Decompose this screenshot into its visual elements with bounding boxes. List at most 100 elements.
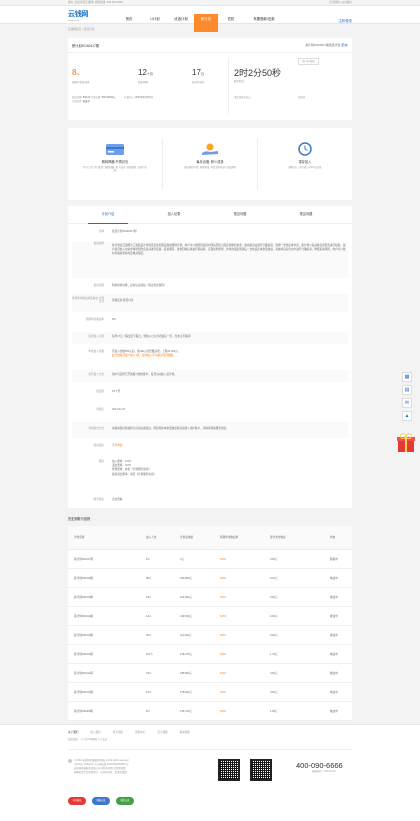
table-row[interactable]: 薪计划160417期 6人 0元 8.0% 0.00元 募集中 (68, 550, 352, 569)
top-bar-right[interactable]: 官方微博 | 关注微信 (329, 1, 352, 4)
day-unit: 日 (200, 72, 204, 76)
calculator-icon[interactable]: ▦ (402, 372, 412, 382)
table-row[interactable]: 薪计划160416期 96人 199,800元 8.0% 0.01元 收益中 (68, 569, 352, 588)
table-cell[interactable]: 薪计划160410期 (74, 691, 93, 694)
table-row[interactable]: 薪计划160414期 14人 139,500元 8.0% 0.00元 收益中 (68, 607, 352, 626)
rate-label: 预期年化收益率 (72, 81, 90, 84)
start-label: 开始加入: (124, 96, 135, 99)
clock-icon (295, 142, 315, 156)
footer: 关于我们 加入我们 新手指南 帮助中心 安全保障 联系我们 友情链接： 人人贷 … (0, 724, 420, 821)
nav-item-debt[interactable]: 债权 (218, 14, 244, 32)
tab-underline (88, 223, 128, 224)
table-cell: 14人 (146, 615, 152, 618)
table-row[interactable]: 薪计划160411期 79人 185,800元 8.0% 0.00元 收益中 (68, 664, 352, 683)
side-toolbar: ▦ ▤ ✉ ▲ (402, 372, 414, 424)
table-cell[interactable]: 薪计划160415期 (74, 596, 93, 599)
table-cell[interactable]: 薪计划160416期 (74, 577, 93, 580)
tab-faq[interactable]: 常见问题 (220, 212, 260, 216)
table-cell[interactable]: 薪计划160413期 (74, 634, 93, 637)
day-number: 17 (192, 68, 201, 77)
footer-link[interactable]: 帮助中心 (135, 731, 145, 734)
table-cell: 0.00元 (270, 634, 278, 637)
table-cell[interactable]: 薪计划160409期 (74, 710, 93, 713)
table-cell: 8人 (146, 710, 151, 713)
table-cell: 45人 (146, 634, 152, 637)
detail-row: 服务协议 点击查看 (72, 498, 348, 504)
table-cell: 8.0% (220, 558, 226, 561)
gift-icon[interactable] (396, 432, 416, 454)
min-label: 起投金额: (72, 96, 83, 99)
table-cell[interactable]: 薪计划160411期 (74, 672, 93, 675)
history-table: 计划名称 加入人次 计划总金额 预期年化收益率 累计支付收益 状态 薪计划160… (68, 526, 352, 721)
login-note[interactable]: 请登录 (298, 96, 305, 100)
plan-info: 起投金额: 500.00 计划总额: 500,00000元 开始加入: 2017… (72, 96, 222, 104)
detail-tabs: 计划介绍 加入记录 常见问题 常见问题 (68, 206, 352, 224)
day-label: 每月付款日 (192, 81, 205, 84)
day-block: 17日 每月付款日 (192, 68, 205, 84)
rate-unit: % (76, 72, 80, 76)
detail-value: 12个月 (112, 390, 121, 393)
nav-item-select-plan[interactable]: 优选计划 (168, 14, 194, 32)
site-logo[interactable]: 云钱网 yunqian.com (68, 11, 90, 23)
footer-link[interactable]: 联系我们 (180, 731, 190, 734)
detail-key: 预期年化收益率及收益 计算方式 (72, 297, 104, 304)
top-icon[interactable]: ▲ (402, 411, 412, 421)
detail-row: 锁定期 12个月 (72, 390, 348, 398)
chat-icon[interactable]: ✉ (402, 398, 412, 408)
rate-block: 8% 预期年化收益率 (72, 68, 90, 84)
top-bar-left: 你好, 欢迎来到云钱网 | 客服热线: 400-090-6666 (68, 1, 123, 4)
trust-badge[interactable]: 网络认证 (92, 797, 110, 805)
table-cell: 8.0% (220, 672, 226, 675)
countdown-label: 剩余时间 (234, 80, 245, 83)
table-cell[interactable]: 薪计划160417期 (74, 558, 93, 561)
nav-item-u-plan[interactable]: U计划 (142, 14, 168, 32)
detail-value: 用户可选择已开通薪计划的账户，每月自动加入该计划。 (112, 373, 177, 376)
table-cell: 收益中 (330, 596, 338, 599)
footer-link[interactable]: 关于我们 (68, 731, 78, 734)
plan-tag: 薪计划20160417期优选计划 [范本] (305, 43, 348, 47)
rate-value: 8% (72, 68, 90, 78)
nav-item-home[interactable]: 首页 (116, 14, 142, 32)
doc-icon[interactable]: ▤ (402, 385, 412, 395)
user-login-field[interactable]: 用户名/密码 (298, 58, 319, 65)
table-cell: 185,800元 (180, 672, 192, 675)
trust-badge[interactable]: 可信网站 (68, 797, 86, 805)
detail-key: 投资范围 (93, 284, 104, 287)
features-card: 薪转神器 不再月光 月付工资, 月月投资, 强制储蓄, 积少成多, 轻松理财, … (68, 128, 352, 200)
status-label: 计划状态: (72, 100, 83, 104)
table-cell: 收益中 (330, 653, 338, 656)
table-cell[interactable]: 薪计划160414期 (74, 615, 93, 618)
plan-tag-bracket-close: ] (347, 43, 348, 47)
table-cell: 63人 (146, 596, 152, 599)
tab-join-records[interactable]: 加入记录 (154, 212, 194, 216)
tab-intro[interactable]: 计划介绍 (88, 212, 128, 216)
detail-row: 预期年化收益率及收益 计算方式 到期还款 按月付息 (72, 294, 348, 312)
footer-link[interactable]: 加入我们 (90, 731, 100, 734)
table-cell: 8.0% (220, 691, 226, 694)
min-value: 500.00 (82, 96, 91, 99)
table-cell: 8.0% (220, 634, 226, 637)
table-row[interactable]: 薪计划160415期 63人 103,500元 8.0% 0.00元 收益中 (68, 588, 352, 607)
detail-key: 名称 (98, 230, 104, 233)
col-header: 计划总金额 (180, 536, 193, 539)
table-cell: 6人 (146, 558, 151, 561)
table-row[interactable]: 薪计划160412期 101人 148,700元 8.0% 1.78元 收益中 (68, 645, 352, 664)
footer-link[interactable]: 新手指南 (113, 731, 123, 734)
table-row[interactable]: 薪计划160413期 45人 111,600元 8.0% 0.00元 收益中 (68, 626, 352, 645)
footer-link[interactable]: 安全保障 (158, 731, 168, 734)
breadcrumb[interactable]: 云钱网首页 > 优选计划 (68, 28, 94, 31)
table-cell[interactable]: 薪计划160412期 (74, 653, 93, 656)
friend-links[interactable]: 友情链接： 人人贷 WE理财 人人友信 (68, 738, 107, 741)
table-row[interactable]: 薪计划160410期 61人 175,600元 8.0% 0.00元 收益中 (68, 683, 352, 702)
detail-key: 每月加入日期 (88, 335, 104, 338)
tab-faq-2[interactable]: 常见问题 (286, 212, 326, 216)
table-cell: 1.78元 (270, 653, 278, 656)
table-row[interactable]: 薪计划160409期 8人 145,700元 8.0% 1.95元 收益中 (68, 702, 352, 721)
trust-badge[interactable]: 网信认证 (116, 797, 134, 805)
nav-item-borrow[interactable]: 有要借款/还款 (244, 14, 284, 32)
login-link[interactable]: 登录 (346, 19, 352, 23)
nav-item-salary-plan[interactable]: 薪计划 (194, 14, 218, 32)
detail-row: 预期年化收益率 8% (72, 318, 348, 324)
table-cell: 0.00元 (270, 672, 278, 675)
service-agreement-link[interactable]: 点击查看 (112, 498, 346, 502)
